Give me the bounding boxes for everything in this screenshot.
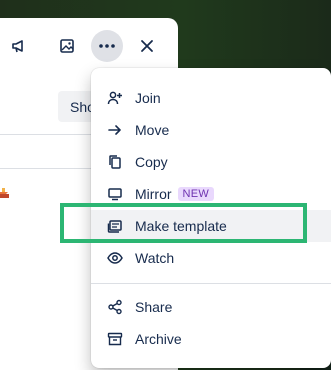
menu-divider	[91, 283, 331, 284]
emoji-icon	[0, 188, 10, 202]
menu-item-share[interactable]: Share	[91, 291, 331, 323]
menu-item-mirror[interactable]: Mirror NEW	[91, 178, 331, 210]
menu-item-label: Mirror	[135, 186, 172, 202]
card-actions-menu: Join Move Copy Mirror NEW Make template …	[91, 68, 331, 368]
image-icon[interactable]	[53, 32, 81, 60]
megaphone-icon[interactable]	[5, 32, 33, 60]
menu-item-archive[interactable]: Archive	[91, 323, 331, 355]
menu-item-label: Share	[135, 299, 173, 315]
share-icon	[107, 299, 123, 315]
person-add-icon	[107, 90, 123, 106]
menu-item-join[interactable]: Join	[91, 82, 331, 114]
eye-icon	[107, 250, 123, 266]
menu-item-label: Copy	[135, 154, 168, 170]
arrow-right-icon	[107, 122, 123, 138]
menu-item-label: Move	[135, 122, 170, 138]
more-icon[interactable]	[91, 30, 123, 62]
menu-item-label: Join	[135, 90, 161, 106]
close-icon[interactable]	[133, 32, 161, 60]
new-badge: NEW	[177, 187, 215, 201]
template-icon	[107, 218, 123, 234]
menu-item-label: Archive	[135, 331, 182, 347]
menu-item-watch[interactable]: Watch	[91, 242, 331, 274]
menu-item-label: Make template	[135, 218, 227, 234]
menu-item-copy[interactable]: Copy	[91, 146, 331, 178]
copy-icon	[107, 154, 123, 170]
mirror-icon	[107, 186, 123, 202]
menu-item-move[interactable]: Move	[91, 114, 331, 146]
menu-item-label: Watch	[135, 250, 175, 266]
archive-icon	[107, 331, 123, 347]
menu-item-make-template[interactable]: Make template	[91, 210, 331, 242]
